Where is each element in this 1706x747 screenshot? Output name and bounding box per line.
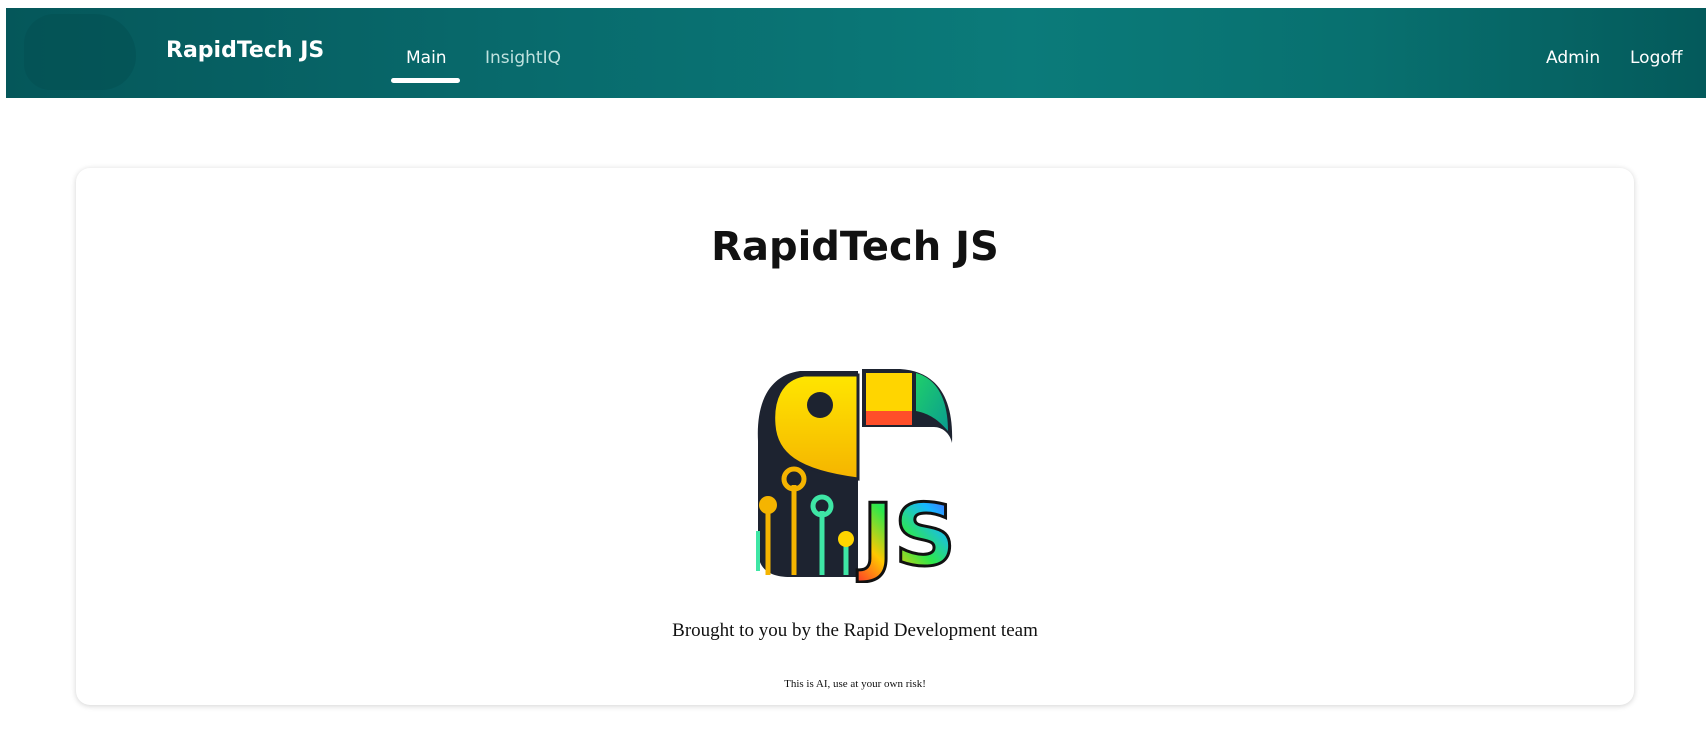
nav-link-insightiq[interactable]: InsightIQ — [485, 48, 561, 68]
navbar-logo-shape — [24, 14, 136, 90]
top-navbar: RapidTech JS Main InsightIQ Admin Logoff — [6, 8, 1706, 98]
page-title: RapidTech JS — [711, 224, 999, 270]
logo-js-text: JS — [857, 486, 956, 583]
nav-link-admin[interactable]: Admin — [1546, 48, 1600, 68]
nav-link-logoff[interactable]: Logoff — [1630, 48, 1682, 68]
tagline: Brought to you by the Rapid Development … — [672, 620, 1038, 641]
toucan-js-logo: JS — [756, 369, 957, 583]
brand-title[interactable]: RapidTech JS — [166, 38, 324, 63]
ai-disclaimer: This is AI, use at your own risk! — [784, 678, 926, 690]
nav-link-main[interactable]: Main — [406, 48, 447, 68]
main-card: RapidTech JS JS Brought to you by the Ra… — [76, 168, 1634, 705]
active-tab-indicator — [391, 78, 460, 83]
